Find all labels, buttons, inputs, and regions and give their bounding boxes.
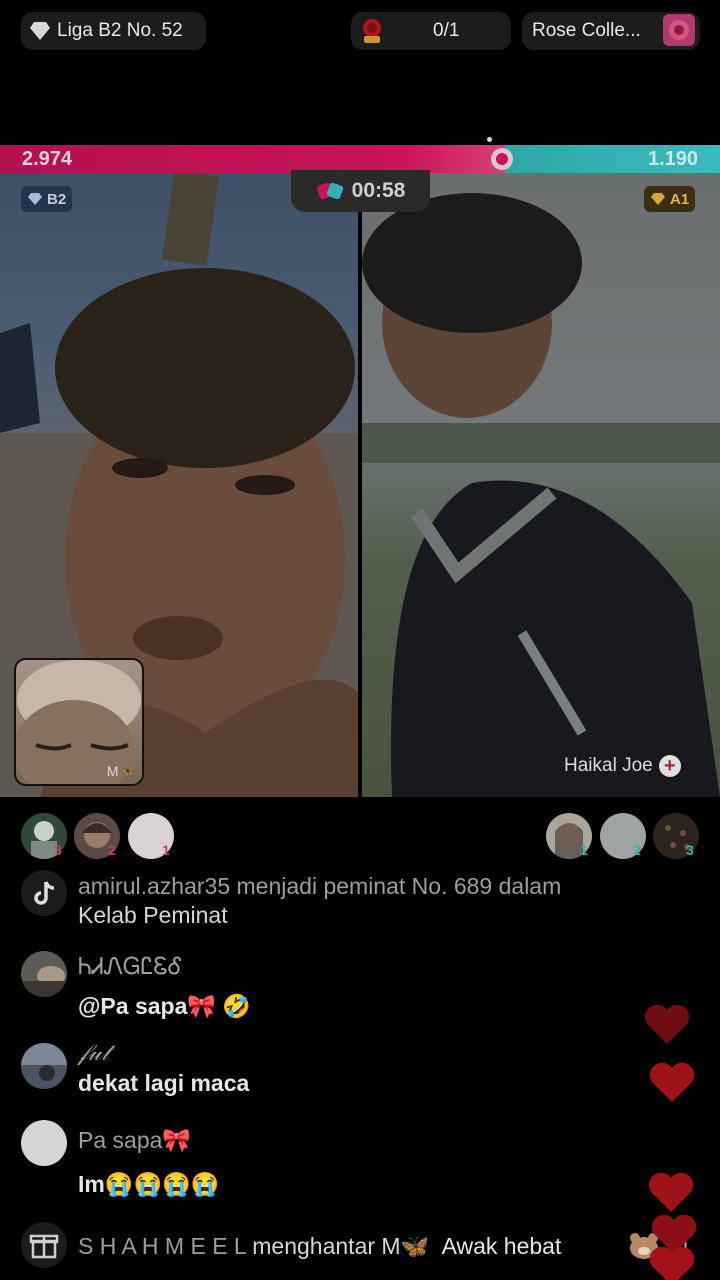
battle-timer: 00:58 — [291, 170, 430, 212]
left-supporter-rank: 1 — [162, 842, 170, 858]
left-score-fill — [0, 145, 513, 173]
left-score: 2.974 — [22, 148, 73, 170]
tiktok-system-avatar — [21, 870, 67, 916]
gift-sender: S H A H M E E L — [78, 1233, 246, 1259]
league-pill[interactable]: Liga B2 No. 52 — [21, 12, 206, 50]
right-host-video[interactable] — [362, 173, 720, 797]
heart-icon — [649, 1062, 695, 1102]
collection-label: Rose Colle... — [532, 20, 641, 41]
progress-label: 0/1 — [433, 20, 460, 41]
right-tier-badge: A1 — [644, 186, 696, 212]
comment-username: Pa sapa🎀 — [78, 1127, 192, 1153]
tier-diamond-icon — [28, 193, 42, 205]
right-supporter-rank: 2 — [633, 842, 641, 858]
heart-icon — [649, 1246, 695, 1280]
right-supporter-rank: 3 — [686, 842, 694, 858]
comment-message: @Pa sapa🎀 🤣 — [78, 993, 252, 1019]
comment-avatar[interactable] — [21, 1120, 67, 1166]
rose-collection-icon — [663, 14, 695, 46]
comment-username: 𝒻𝓊𝓉 — [78, 1040, 110, 1066]
right-score: 1.190 — [647, 148, 698, 170]
right-supporter-rank: 1 — [580, 842, 588, 858]
gift-message-line: S H A H M E E L menghantar M🦋 Awak hebat — [78, 1233, 561, 1260]
collection-pill[interactable]: Rose Colle... — [522, 12, 700, 50]
video-divider — [358, 173, 362, 797]
guest-name: M🦋 — [106, 763, 136, 779]
progress-pill[interactable]: 0/1 — [351, 12, 511, 50]
heart-icon — [648, 1172, 694, 1212]
gift-notice-avatar — [21, 1222, 67, 1268]
right-tier-label: A1 — [670, 190, 690, 208]
diamond-icon — [30, 22, 50, 40]
battle-gloves-icon — [316, 182, 343, 200]
indicator-dot — [487, 137, 492, 142]
follow-plus-icon[interactable]: + — [658, 755, 681, 777]
tiktok-logo-icon — [34, 881, 55, 905]
heart-icon — [644, 1004, 690, 1044]
timer-text: 00:58 — [351, 179, 406, 202]
comment-system-text: amirul.azhar35 menjadi peminat No. 689 d… — [78, 873, 562, 899]
guest-video[interactable]: M🦋 — [14, 658, 144, 786]
avatar-image — [21, 1043, 67, 1081]
rose-gift-icon — [363, 19, 381, 43]
comment-username: ᏂᏗᏁᏀᏝᏋᎴ — [78, 953, 183, 979]
score-divider-icon — [491, 148, 513, 170]
right-host-name: Haikal Joe — [564, 755, 653, 776]
comment-message: Im😭😭😭😭 — [78, 1171, 220, 1197]
right-host-name-tag[interactable]: Haikal Joe + — [564, 755, 681, 777]
gift-text: Awak hebat — [441, 1233, 562, 1259]
left-supporter-rank: 2 — [108, 842, 116, 858]
left-tier-label: B2 — [47, 190, 67, 208]
tier-diamond-icon — [651, 193, 665, 205]
gift-icon — [29, 1234, 59, 1259]
left-supporter-rank: 3 — [54, 842, 62, 858]
comment-message: Kelab Peminat — [78, 902, 228, 928]
battle-score-bar — [0, 145, 720, 173]
right-host-figure — [362, 193, 720, 797]
gift-action: menghantar M🦋 — [252, 1233, 430, 1259]
left-tier-badge: B2 — [21, 186, 73, 212]
comment-avatar[interactable] — [21, 951, 67, 997]
league-label: Liga B2 No. 52 — [57, 20, 183, 41]
comment-avatar[interactable] — [21, 1043, 67, 1089]
comment-message: dekat lagi maca — [78, 1070, 250, 1096]
avatar-image — [21, 966, 67, 997]
